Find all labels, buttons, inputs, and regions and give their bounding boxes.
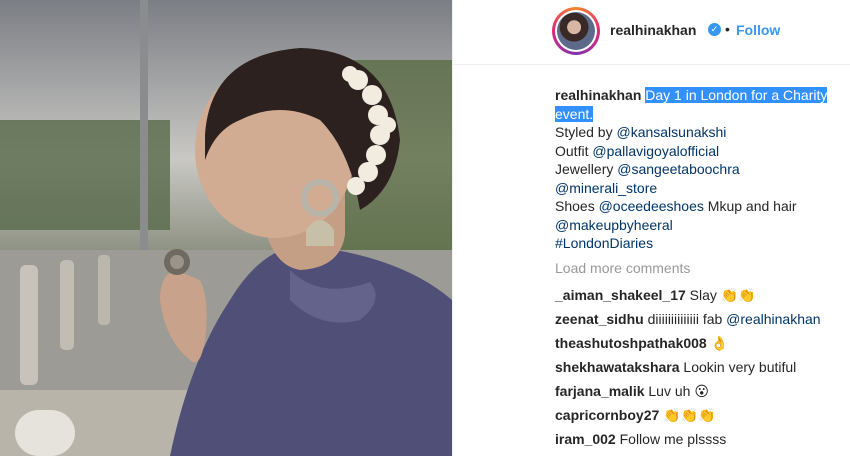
comment-row: capricornboy27 👏👏👏 bbox=[555, 407, 715, 424]
comment-emoji: 👌 bbox=[710, 335, 729, 351]
comment-row: shekhawatakshara Lookin very butiful bbox=[555, 359, 796, 375]
caption-mention[interactable]: @kansalsunakshi bbox=[616, 124, 726, 140]
comment-username[interactable]: iram_002 bbox=[555, 431, 616, 447]
profile-avatar[interactable] bbox=[552, 7, 600, 55]
comment-emoji: 👏👏👏 bbox=[663, 407, 716, 423]
comment-username[interactable]: farjana_malik bbox=[555, 383, 645, 399]
post-photo-illustration bbox=[0, 0, 452, 456]
caption-mention[interactable]: @sangeetaboochra bbox=[617, 161, 739, 177]
caption-hashtag[interactable]: #LondonDiaries bbox=[555, 235, 653, 251]
caption-line: @minerali_store bbox=[555, 180, 657, 196]
post-caption: realhinakhan Day 1 in London for a Chari… bbox=[555, 86, 845, 253]
comment-emoji: 😮 bbox=[694, 383, 709, 399]
comment-text: Lookin very butiful bbox=[683, 359, 797, 375]
comment-row: farjana_malik Luv uh 😮 bbox=[555, 383, 709, 400]
avatar-image bbox=[555, 10, 597, 52]
comment-username[interactable]: capricornboy27 bbox=[555, 407, 659, 423]
avatar-face bbox=[557, 12, 595, 50]
comment-text: Luv uh bbox=[648, 383, 695, 399]
comment-emoji: 👏👏 bbox=[720, 287, 756, 303]
comment-row: zeenat_sidhu diiiiiiiiiiiiii fab @realhi… bbox=[555, 311, 821, 327]
separator-dot: • bbox=[725, 21, 730, 37]
caption-mention[interactable]: @pallavigoyalofficial bbox=[592, 143, 719, 159]
caption-line: Outfit @pallavigoyalofficial bbox=[555, 142, 720, 159]
comment-username[interactable]: zeenat_sidhu bbox=[555, 311, 644, 327]
comment-username[interactable]: shekhawatakshara bbox=[555, 359, 680, 375]
comment-mention[interactable]: @realhinakhan bbox=[726, 311, 820, 327]
comment-username[interactable]: theashutoshpathak008 bbox=[555, 335, 707, 351]
comment-username[interactable]: _aiman_shakeel_17 bbox=[555, 287, 686, 303]
caption-mention[interactable]: @makeupbyheeral bbox=[555, 217, 673, 233]
caption-line: #LondonDiaries bbox=[555, 235, 653, 251]
caption-mention[interactable]: @oceedeeshoes bbox=[599, 198, 704, 214]
verified-badge-icon: ✓ bbox=[708, 23, 721, 36]
caption-line: Shoes @oceedeeshoes Mkup and hair bbox=[555, 198, 797, 214]
comment-text: Follow me plssss bbox=[619, 431, 727, 447]
caption-line: Styled by @kansalsunakshi bbox=[555, 124, 727, 140]
caption-line: @makeupbyheeral bbox=[555, 217, 673, 233]
comment-row: theashutoshpathak008 👌 bbox=[555, 335, 728, 352]
post-side-panel: realhinakhan ✓ • Follow realhinakhan Day… bbox=[452, 0, 850, 456]
load-more-comments-button[interactable]: Load more comments bbox=[555, 260, 690, 276]
header-username[interactable]: realhinakhan bbox=[610, 22, 696, 38]
comment-row: _aiman_shakeel_17 Slay 👏👏 bbox=[555, 287, 756, 304]
comment-text: Slay bbox=[689, 287, 721, 303]
follow-button[interactable]: Follow bbox=[736, 22, 780, 38]
comment-text: diiiiiiiiiiiiii fab bbox=[647, 311, 727, 327]
post-photo[interactable] bbox=[0, 0, 452, 456]
post-header: realhinakhan ✓ • Follow bbox=[453, 0, 850, 65]
caption-line: Jewellery @sangeetaboochra bbox=[555, 161, 740, 177]
caption-mention[interactable]: @minerali_store bbox=[555, 180, 657, 196]
caption-username[interactable]: realhinakhan bbox=[555, 87, 641, 103]
comment-row: iram_002 Follow me plssss bbox=[555, 431, 726, 447]
